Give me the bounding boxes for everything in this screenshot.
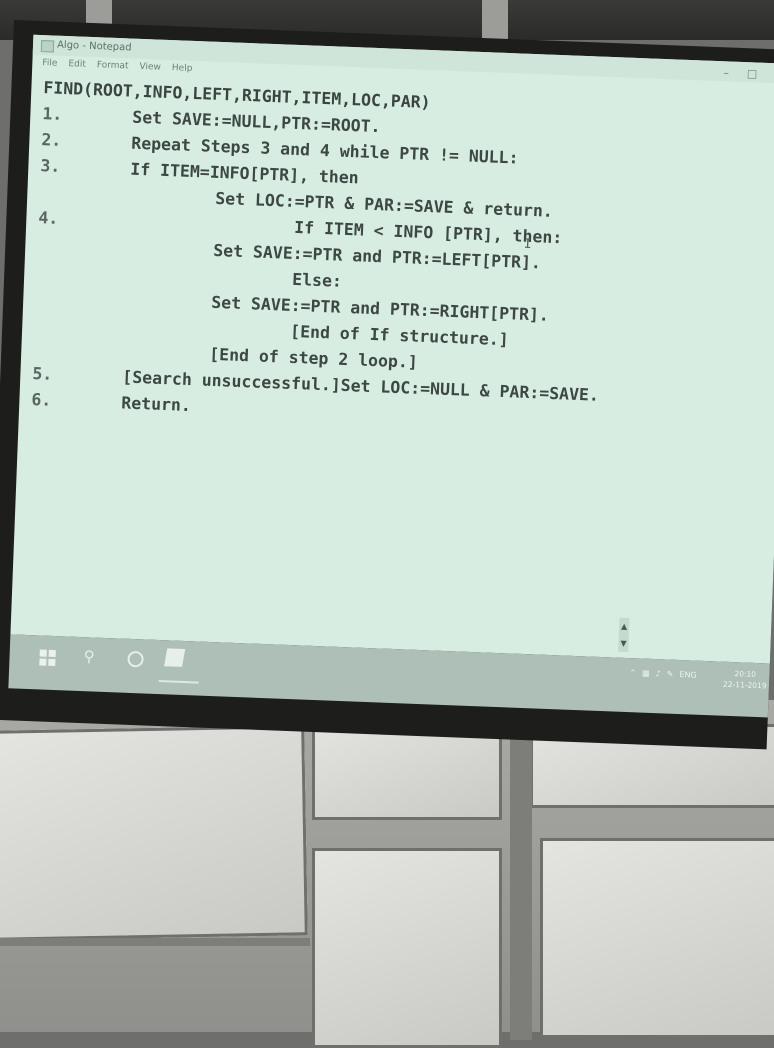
menu-file[interactable]: File [42,55,58,72]
step-number [34,327,124,330]
clock[interactable]: 20:10 22-11-2019 [723,668,767,692]
text-editor[interactable]: FIND(ROOT,INFO,LEFT,RIGHT,ITEM,LOC,PAR) … [18,71,774,468]
step-number [36,275,126,278]
step-number [37,249,127,252]
whiteboard-rail [0,938,310,946]
vertical-scrollbar[interactable]: ▲ ▼ [618,617,630,653]
step-number: 4. [38,208,59,228]
menu-format[interactable]: Format [97,57,129,74]
code-text: Else: [291,269,343,291]
clock-date: 22-11-2019 [722,679,767,691]
step-number [33,353,123,356]
menu-edit[interactable]: Edit [68,56,86,73]
menu-view[interactable]: View [139,59,161,76]
step-number [39,197,129,200]
scroll-down-icon[interactable]: ▼ [618,635,629,652]
whiteboard-panel [0,725,308,941]
text-cursor-icon: I [523,236,532,253]
language-indicator[interactable]: ENG [679,670,697,680]
step-number [30,431,120,434]
volume-icon[interactable]: ♪ [655,669,660,678]
scroll-up-icon[interactable]: ▲ [619,618,630,635]
windows-start-icon[interactable] [39,649,56,667]
step-number: 1. [42,104,63,124]
cortana-icon[interactable] [127,650,144,668]
step-number [35,301,125,304]
network-icon[interactable]: ▦ [642,669,650,678]
menu-help[interactable]: Help [172,60,193,77]
notepad-taskbar-icon[interactable] [164,648,186,667]
window-frame-post [482,0,508,40]
step-number: 6. [31,389,52,410]
code-text: Return. [121,393,192,416]
search-icon[interactable]: ⚲ [83,647,95,665]
window-title: Algo - Notepad [56,39,132,54]
system-tray: ⌃ ▦ ♪ ✎ ENG [629,668,697,680]
minimize-button[interactable]: – [723,63,729,83]
pen-icon[interactable]: ✎ [667,670,674,679]
step-number: 5. [32,363,53,384]
chevron-up-icon[interactable]: ⌃ [629,668,636,677]
whiteboard-post [510,720,532,1040]
step-number: 3. [40,156,61,176]
whiteboard-panel [540,838,774,1038]
notepad-icon [40,40,55,53]
notepad-window: Algo - Notepad – □ ✕ File Edit Format Vi… [10,34,774,664]
active-app-indicator [158,680,199,684]
window-controls: – □ ✕ [723,63,774,85]
projected-screen: Algo - Notepad – □ ✕ File Edit Format Vi… [0,20,774,750]
maximize-button[interactable]: □ [746,64,758,84]
step-number: 2. [41,130,62,150]
room-wall [0,700,774,1048]
whiteboard-panel [312,848,502,1048]
